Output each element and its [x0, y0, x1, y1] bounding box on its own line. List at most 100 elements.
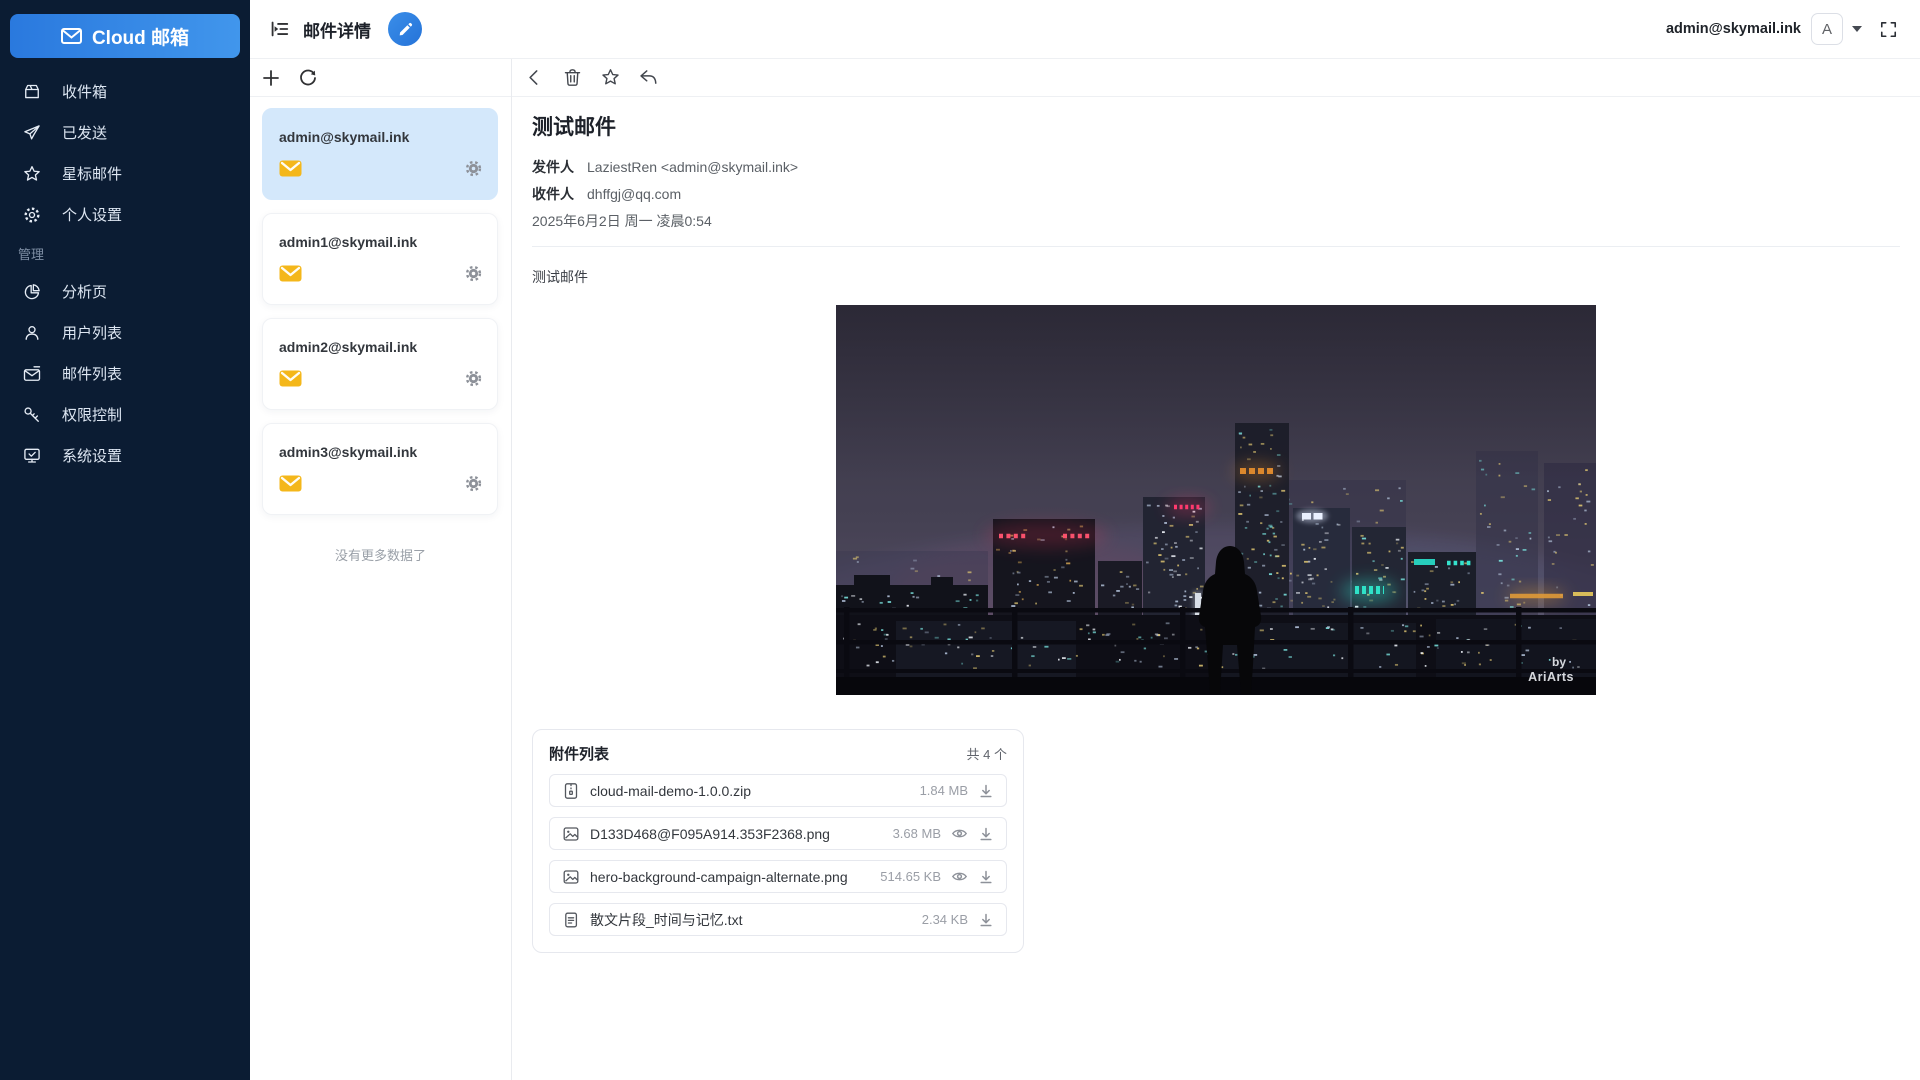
- sidebar-item-label: 邮件列表: [62, 363, 122, 384]
- mailbox-settings-gear-icon[interactable]: [465, 265, 482, 282]
- mail-list-icon: [22, 364, 42, 384]
- to-value: dhffgj@qq.com: [587, 186, 681, 202]
- brand-name: Cloud 邮箱: [92, 23, 189, 50]
- sidebar-item-analytics[interactable]: 分析页: [0, 271, 250, 312]
- add-mailbox-icon[interactable]: [262, 69, 280, 87]
- attachment-list-card: 附件列表 共 4 个 cloud-mail-demo-1.0.0.zip 1.8…: [532, 729, 1024, 953]
- attachment-row: D133D468@F095A914.353F2368.png 3.68 MB: [549, 817, 1007, 850]
- sidebar-item-starred[interactable]: 星标邮件: [0, 153, 250, 194]
- mailbox-card-row: [279, 475, 482, 492]
- sidebar-item-sent[interactable]: 已发送: [0, 112, 250, 153]
- divider: [532, 246, 1900, 247]
- image-file-icon: [562, 868, 580, 886]
- zip-file-icon: [562, 782, 580, 800]
- mail-body-text: 测试邮件: [532, 267, 1900, 287]
- mail-folder-icon: [279, 160, 302, 177]
- collapse-menu-icon[interactable]: [268, 18, 290, 40]
- key-icon: [22, 405, 42, 425]
- mail-folder-icon: [279, 265, 302, 282]
- mail-to-row: 收件人 dhffgj@qq.com: [532, 181, 1900, 208]
- mailbox-email: admin@skymail.ink: [279, 129, 482, 145]
- mailbox-settings-gear-icon[interactable]: [465, 160, 482, 177]
- mailbox-card[interactable]: admin@skymail.ink: [262, 108, 498, 200]
- sidebar-item-permissions[interactable]: 权限控制: [0, 394, 250, 435]
- attachment-row: 散文片段_时间与记忆.txt 2.34 KB: [549, 903, 1007, 936]
- attachment-name: cloud-mail-demo-1.0.0.zip: [590, 783, 910, 799]
- attachment-header: 附件列表 共 4 个: [549, 743, 1007, 764]
- workspace: admin@skymail.ink admin1@skymail.ink: [250, 59, 1920, 1080]
- mailbox-card[interactable]: admin1@skymail.ink: [262, 213, 498, 305]
- account-name[interactable]: admin@skymail.ink: [1666, 21, 1801, 37]
- mailbox-card-row: [279, 370, 482, 387]
- artwork-credit-artist: AriArts: [1528, 670, 1574, 684]
- attachment-name: hero-background-campaign-alternate.png: [590, 869, 870, 885]
- mailbox-card[interactable]: admin2@skymail.ink: [262, 318, 498, 410]
- attachment-name: 散文片段_时间与记忆.txt: [590, 910, 912, 930]
- mailbox-email: admin1@skymail.ink: [279, 234, 482, 250]
- compose-button[interactable]: [388, 12, 422, 46]
- send-icon: [22, 123, 42, 143]
- cloud-mail-app: Cloud 邮箱 收件箱 已发送 星标邮件: [0, 0, 1920, 1080]
- sidebar-item-label: 收件箱: [62, 81, 107, 102]
- mailbox-settings-gear-icon[interactable]: [465, 475, 482, 492]
- sidebar-nav: 收件箱 已发送 星标邮件 个人设置: [0, 71, 250, 476]
- mailbox-card[interactable]: admin3@skymail.ink: [262, 423, 498, 515]
- attachment-row: cloud-mail-demo-1.0.0.zip 1.84 MB: [549, 774, 1007, 807]
- mailbox-list-pane: admin@skymail.ink admin1@skymail.ink: [250, 59, 512, 1080]
- download-icon[interactable]: [978, 826, 994, 842]
- sidebar-item-personal-settings[interactable]: 个人设置: [0, 194, 250, 235]
- inbox-icon: [22, 82, 42, 102]
- sidebar-item-label: 系统设置: [62, 445, 122, 466]
- sidebar-item-label: 权限控制: [62, 404, 122, 425]
- from-value: LaziestRen <admin@skymail.ink>: [587, 159, 798, 175]
- mail-detail-content: 测试邮件 发件人 LaziestRen <admin@skymail.ink> 收…: [512, 97, 1920, 953]
- sidebar-item-label: 个人设置: [62, 204, 122, 225]
- delete-icon[interactable]: [562, 67, 583, 88]
- detail-toolbar: [512, 59, 1920, 97]
- fullscreen-icon[interactable]: [1879, 20, 1898, 39]
- attachment-size: 2.34 KB: [922, 912, 968, 927]
- mail-from-row: 发件人 LaziestRen <admin@skymail.ink>: [532, 154, 1900, 181]
- page-title: 邮件详情: [303, 17, 371, 42]
- monitor-icon: [22, 446, 42, 466]
- download-icon[interactable]: [978, 783, 994, 799]
- topbar: 邮件详情 admin@skymail.ink A: [250, 0, 1920, 59]
- mailbox-settings-gear-icon[interactable]: [465, 370, 482, 387]
- attachment-title: 附件列表: [549, 743, 609, 764]
- sidebar-item-user-list[interactable]: 用户列表: [0, 312, 250, 353]
- user-icon: [22, 323, 42, 343]
- preview-eye-icon[interactable]: [951, 868, 968, 885]
- embedded-image-night-city: by AriArts: [836, 305, 1596, 695]
- mail-folder-icon: [279, 475, 302, 492]
- sidebar-item-inbox[interactable]: 收件箱: [0, 71, 250, 112]
- attachment-name: D133D468@F095A914.353F2368.png: [590, 826, 883, 842]
- artwork-credit-by: by: [1552, 655, 1566, 669]
- avatar[interactable]: A: [1811, 13, 1843, 45]
- star-icon[interactable]: [600, 67, 621, 88]
- text-file-icon: [562, 911, 580, 929]
- sidebar-item-label: 分析页: [62, 281, 107, 302]
- to-label: 收件人: [532, 186, 574, 202]
- mailbox-email: admin3@skymail.ink: [279, 444, 482, 460]
- attachment-size: 514.65 KB: [880, 869, 941, 884]
- mailbox-card-row: [279, 265, 482, 282]
- brand-logo-button[interactable]: Cloud 邮箱: [10, 14, 240, 58]
- sidebar-item-label: 星标邮件: [62, 163, 122, 184]
- reply-icon[interactable]: [638, 67, 659, 88]
- download-icon[interactable]: [978, 869, 994, 885]
- sidebar-item-system-settings[interactable]: 系统设置: [0, 435, 250, 476]
- mail-subject: 测试邮件: [532, 111, 1900, 141]
- sidebar-item-mail-list[interactable]: 邮件列表: [0, 353, 250, 394]
- mail-detail-pane: 测试邮件 发件人 LaziestRen <admin@skymail.ink> 收…: [512, 59, 1920, 1080]
- star-icon: [22, 164, 42, 184]
- preview-eye-icon[interactable]: [951, 825, 968, 842]
- back-icon[interactable]: [524, 67, 545, 88]
- chevron-down-icon[interactable]: [1852, 26, 1862, 32]
- mail-date: 2025年6月2日 周一 凌晨0:54: [532, 208, 1900, 235]
- attachment-size: 3.68 MB: [893, 826, 941, 841]
- refresh-icon[interactable]: [299, 69, 317, 87]
- sidebar: Cloud 邮箱 收件箱 已发送 星标邮件: [0, 0, 250, 1080]
- sidebar-item-label: 已发送: [62, 122, 107, 143]
- download-icon[interactable]: [978, 912, 994, 928]
- from-label: 发件人: [532, 159, 574, 175]
